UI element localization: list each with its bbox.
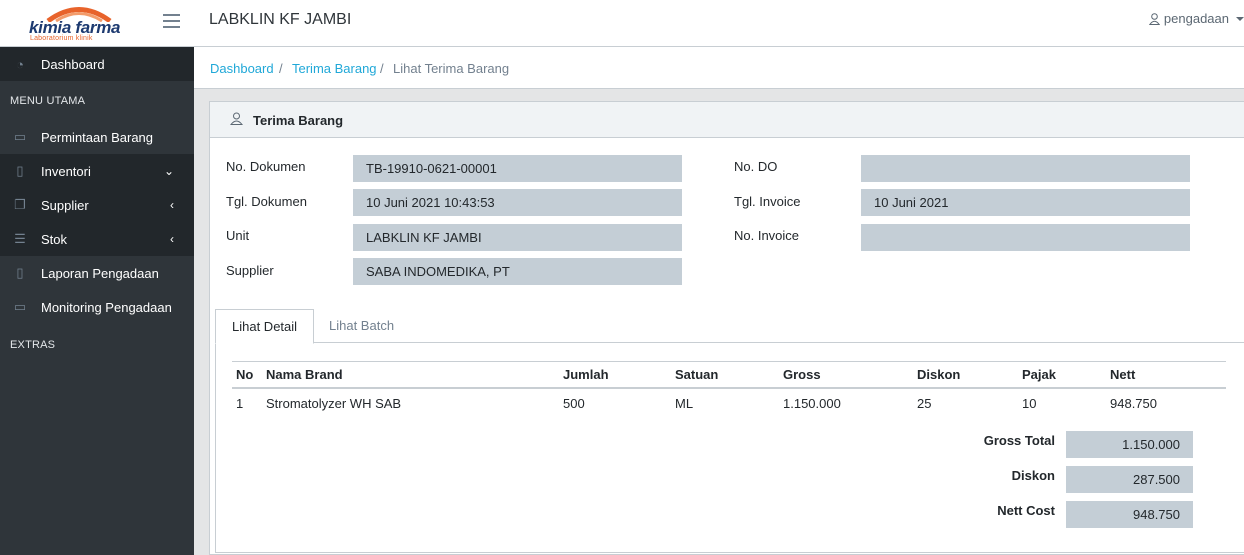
card-header: Terima Barang: [210, 102, 1244, 138]
gross-total-label: Gross Total: [983, 433, 1055, 448]
speedometer-icon: ◔: [16, 56, 24, 72]
table-header-border: [232, 387, 1226, 389]
tgl-invoice-label: Tgl. Invoice: [734, 194, 801, 209]
sidebar-item-label: Laporan Pengadaan: [41, 265, 159, 281]
document-icon: ▯: [16, 163, 24, 178]
column-header-diskon: Diskon: [917, 367, 961, 382]
hamburger-icon: [163, 14, 180, 16]
table-cell-pajak: 10: [1022, 396, 1037, 411]
gross-total-field[interactable]: 1.150.000: [1066, 431, 1193, 458]
column-header-jumlah: Jumlah: [563, 367, 609, 382]
column-header-nama-brand: Nama Brand: [266, 367, 343, 382]
tab-lihat-detail[interactable]: Lihat Detail: [215, 309, 315, 344]
table-cell-jumlah: 500: [563, 396, 585, 411]
sidebar-item-label: Stok: [41, 231, 68, 247]
nett-cost-field[interactable]: 948.750: [1066, 501, 1193, 528]
sidebar-item-permintaan-barang[interactable]: ▭ Permintaan Barang: [0, 120, 194, 154]
breadcrumb-separator: /: [279, 61, 283, 76]
user-icon: [230, 112, 243, 125]
top-navbar: kimia farma Laboratorium klinik LABKLIN …: [0, 0, 1244, 47]
nett-cost-label: Nett Cost: [997, 503, 1055, 518]
no-do-field[interactable]: [861, 155, 1190, 182]
unit-field[interactable]: LABKLIN KF JAMBI: [353, 224, 682, 251]
no-invoice-label: No. Invoice: [734, 228, 800, 243]
tgl-invoice-field[interactable]: 10 Juni 2021: [861, 189, 1190, 216]
column-header-satuan: Satuan: [675, 367, 719, 382]
table-top-border: [232, 361, 1226, 362]
table-cell-satuan: ML: [675, 396, 694, 411]
column-header-pajak: Pajak: [1022, 367, 1056, 382]
terima-barang-card: Terima Barang No. Dokumen TB-19910-0621-…: [209, 101, 1244, 555]
supplier-label: Supplier: [226, 263, 274, 278]
table-cell-gross: 1.150.000: [783, 396, 841, 411]
diskon-total-field[interactable]: 287.500: [1066, 466, 1193, 493]
card-title: Terima Barang: [253, 113, 344, 128]
user-menu-dropdown[interactable]: pengadaan: [1148, 11, 1244, 26]
table-cell-no: 1: [236, 396, 244, 411]
sidebar-item-laporan-pengadaan[interactable]: ▯ Laporan Pengadaan: [0, 256, 194, 290]
username: pengadaan: [1163, 11, 1229, 26]
sidebar-item-label: Permintaan Barang: [41, 129, 154, 145]
supplier-field[interactable]: SABA INDOMEDIKA, PT: [353, 258, 682, 285]
tgl-dokumen-field[interactable]: 10 Juni 2021 10:43:53: [353, 189, 682, 216]
sidebar-item-stok[interactable]: ☰ Stok ‹: [0, 222, 194, 256]
app-title: LABKLIN KF JAMBI: [209, 11, 352, 28]
table-cell-nama-brand: Stromatolyzer WH SAB: [266, 396, 402, 411]
documents-icon: ❐: [14, 197, 26, 212]
table-cell-nett: 948.750: [1110, 396, 1157, 411]
caret-down-icon: [1236, 16, 1244, 21]
sidebar-item-label: Inventori: [41, 163, 91, 179]
sidebar-section-title: MENU UTAMA: [10, 95, 86, 107]
chevron-left-icon: ‹: [170, 198, 174, 212]
breadcrumb: Dashboard / Terima Barang / Lihat Terima…: [194, 47, 1244, 89]
sidebar-item-monitoring-pengadaan[interactable]: ▭ Monitoring Pengadaan: [0, 290, 194, 324]
sidebar-item-inventori[interactable]: ▯ Inventori ⌄: [0, 154, 194, 188]
no-dokumen-label: No. Dokumen: [226, 159, 306, 174]
breadcrumb-current: Lihat Terima Barang: [393, 61, 510, 76]
breadcrumb-separator: /: [380, 61, 384, 76]
sidebar-item-label: Monitoring Pengadaan: [41, 299, 172, 315]
table-cell-diskon: 25: [917, 396, 932, 411]
monitor-icon: ▭: [13, 299, 27, 314]
no-invoice-field[interactable]: [861, 224, 1190, 251]
sidebar-item-dashboard[interactable]: ◔ Dashboard: [0, 47, 194, 81]
document-icon: ▯: [16, 265, 24, 280]
sidebar-section-title: EXTRAS: [10, 339, 56, 351]
folder-icon: ▭: [13, 129, 27, 144]
no-do-label: No. DO: [734, 159, 778, 174]
logo-subtext: Laboratorium klinik: [30, 35, 93, 42]
tab-lihat-batch[interactable]: Lihat Batch: [313, 309, 410, 344]
chevron-left-icon: ‹: [170, 232, 174, 246]
list-icon: ☰: [14, 231, 26, 246]
sidebar-item-label: Dashboard: [41, 56, 105, 72]
sidebar-item-label: Supplier: [41, 197, 89, 213]
sidebar: ◔ Dashboard MENU UTAMA ▭ Permintaan Bara…: [0, 47, 194, 555]
column-header-no: No: [236, 367, 254, 382]
unit-label: Unit: [226, 228, 250, 243]
no-dokumen-field[interactable]: TB-19910-0621-00001: [353, 155, 682, 182]
hamburger-bar: [163, 20, 180, 22]
tgl-dokumen-label: Tgl. Dokumen: [226, 194, 307, 209]
sidebar-toggle-button[interactable]: [163, 14, 180, 28]
hamburger-bar: [163, 26, 180, 28]
column-header-gross: Gross: [783, 367, 821, 382]
sidebar-item-supplier[interactable]: ❐ Supplier ‹: [0, 188, 194, 222]
breadcrumb-link-terima-barang[interactable]: Terima Barang: [292, 61, 377, 76]
user-icon: [1148, 12, 1160, 25]
chevron-down-icon: ⌄: [163, 164, 174, 178]
breadcrumb-link-dashboard[interactable]: Dashboard: [210, 61, 274, 76]
diskon-total-label: Diskon: [1011, 468, 1055, 483]
column-header-nett: Nett: [1110, 367, 1136, 382]
